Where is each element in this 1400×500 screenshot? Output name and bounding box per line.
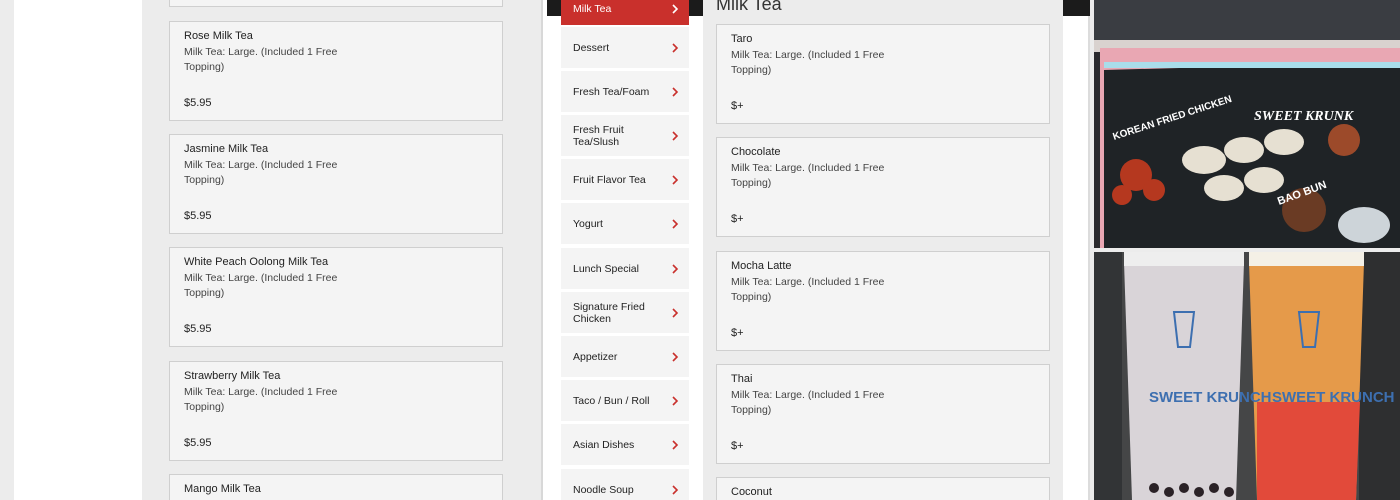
menu-item-price: $5.95 [184, 323, 212, 335]
drinks-photo[interactable]: SWEET KRUNCH SWEET KRUNCH [1094, 252, 1400, 500]
menu-item-description: Milk Tea: Large. (Included 1 Free Toppin… [184, 46, 338, 73]
category-item-taco-bun-roll[interactable]: Taco / Bun / Roll [561, 380, 689, 421]
category-label: Noodle Soup [573, 483, 634, 496]
cup-text: SWEET KRUNCH [1149, 389, 1272, 406]
chevron-right-icon [672, 439, 679, 450]
header-bar [689, 0, 703, 16]
category-item-asian-dishes[interactable]: Asian Dishes [561, 424, 689, 465]
category-label: Taco / Bun / Roll [573, 394, 650, 407]
menu-item-price: $+ [731, 100, 744, 112]
category-item-fresh-fruit-tea-slush[interactable]: Fresh Fruit Tea/Slush [561, 115, 689, 156]
menu-item-description: Milk Tea: Large. (Included 1 Free Toppin… [184, 159, 338, 186]
chevron-right-icon [672, 42, 679, 53]
menu-item-card[interactable]: Chocolate Milk Tea: Large. (Included 1 F… [716, 137, 1050, 237]
menu-item-description: Milk Tea: Large. (Included 1 Free Toppin… [731, 276, 885, 303]
category-label: Fresh Tea/Foam [573, 85, 650, 98]
chevron-right-icon [672, 484, 679, 495]
chevron-right-icon [672, 174, 679, 185]
menu-item-price: $+ [731, 327, 744, 339]
menu-panel: Milk Tea Dessert Fresh Tea/Foam Fresh Fr… [543, 0, 1090, 500]
category-label: Lunch Special [573, 262, 639, 275]
category-label: Fruit Flavor Tea [573, 173, 646, 186]
cup-text: SWEET KRUNCH [1272, 389, 1395, 406]
chevron-right-icon [672, 3, 679, 14]
category-item-appetizer[interactable]: Appetizer [561, 336, 689, 377]
menu-item-description: Milk Tea: Large. (Included 1 Free Toppin… [731, 389, 885, 416]
category-item-fruit-flavor-tea[interactable]: Fruit Flavor Tea [561, 159, 689, 200]
chevron-right-icon [672, 351, 679, 362]
category-item-noodle-soup[interactable]: Noodle Soup [561, 469, 689, 500]
chevron-right-icon [672, 307, 679, 318]
menu-item-name: Jasmine Milk Tea [184, 143, 269, 155]
photo-gallery: KOREAN FRIED CHICKEN SWEET KRUNK BAO BUN… [1094, 0, 1400, 500]
menu-item-name: Taro [731, 33, 753, 45]
category-label: Asian Dishes [573, 438, 635, 451]
panel-divider [1088, 16, 1090, 500]
menu-item-name: Mango Milk Tea [184, 483, 261, 495]
category-item-dessert[interactable]: Dessert [561, 27, 689, 68]
menu-item-name: Strawberry Milk Tea [184, 370, 281, 382]
menu-item-price: $+ [731, 213, 744, 225]
chevron-right-icon [672, 218, 679, 229]
category-label: Signature Fried Chicken [573, 300, 645, 325]
page: Rose Milk Tea Milk Tea: Large. (Included… [0, 0, 1400, 500]
menu-item-price: $+ [731, 440, 744, 452]
category-label: Yogurt [573, 217, 603, 230]
menu-item-description: Milk Tea: Large. (Included 1 Free Toppin… [184, 272, 338, 299]
menu-item-card[interactable]: Coconut [716, 477, 1050, 500]
menu-item-name: Mocha Latte [731, 260, 792, 272]
section-title: Milk Tea [716, 0, 782, 14]
brand-text: SWEET KRUNK [1254, 109, 1355, 124]
menu-item-description: Milk Tea: Large. (Included 1 Free Toppin… [731, 49, 885, 76]
category-item-milk-tea[interactable]: Milk Tea [561, 0, 689, 25]
header-bar [1063, 0, 1090, 16]
chevron-right-icon [672, 263, 679, 274]
category-item-signature-fried-chicken[interactable]: Signature Fried Chicken [561, 292, 689, 333]
menu-item-card[interactable]: Strawberry Milk Tea Milk Tea: Large. (In… [169, 361, 503, 461]
menu-item-card[interactable]: Rose Milk Tea Milk Tea: Large. (Included… [169, 21, 503, 121]
menu-item-name: White Peach Oolong Milk Tea [184, 256, 329, 268]
chevron-right-icon [672, 130, 679, 141]
chevron-right-icon [672, 395, 679, 406]
category-item-lunch-special[interactable]: Lunch Special [561, 248, 689, 289]
category-label: Dessert [573, 41, 610, 54]
category-item-fresh-tea-foam[interactable]: Fresh Tea/Foam [561, 71, 689, 112]
menu-item-card[interactable]: Jasmine Milk Tea Milk Tea: Large. (Inclu… [169, 134, 503, 234]
header-bar [547, 0, 561, 16]
menu-item-card[interactable]: Mango Milk Tea [169, 474, 503, 500]
menu-items-list: Milk Tea Taro Milk Tea: Large. (Included… [703, 0, 1063, 500]
chevron-right-icon [672, 86, 679, 97]
menu-item-price: $5.95 [184, 210, 212, 222]
restaurant-sign-photo[interactable]: KOREAN FRIED CHICKEN SWEET KRUNK BAO BUN [1094, 0, 1400, 248]
left-menu-column: Rose Milk Tea Milk Tea: Large. (Included… [142, 0, 542, 500]
category-label: Appetizer [573, 350, 618, 363]
menu-item-price: $5.95 [184, 437, 212, 449]
menu-item-name: Chocolate [731, 146, 781, 158]
category-label: Milk Tea [573, 2, 612, 15]
category-label: Fresh Fruit Tea/Slush [573, 123, 624, 148]
menu-item-card[interactable]: Mocha Latte Milk Tea: Large. (Included 1… [716, 251, 1050, 351]
menu-item-description: Milk Tea: Large. (Included 1 Free Toppin… [184, 386, 338, 413]
menu-item-name: Thai [731, 373, 753, 385]
menu-item-name: Coconut [731, 486, 772, 498]
menu-item-name: Rose Milk Tea [184, 30, 253, 42]
menu-item-card[interactable]: Taro Milk Tea: Large. (Included 1 Free T… [716, 24, 1050, 124]
menu-item-card-partial[interactable] [169, 0, 503, 7]
menu-item-card[interactable]: Thai Milk Tea: Large. (Included 1 Free T… [716, 364, 1050, 464]
menu-item-price: $5.95 [184, 97, 212, 109]
menu-item-card[interactable]: White Peach Oolong Milk Tea Milk Tea: La… [169, 247, 503, 347]
menu-item-description: Milk Tea: Large. (Included 1 Free Toppin… [731, 162, 885, 189]
category-item-yogurt[interactable]: Yogurt [561, 203, 689, 244]
left-margin [14, 0, 142, 500]
